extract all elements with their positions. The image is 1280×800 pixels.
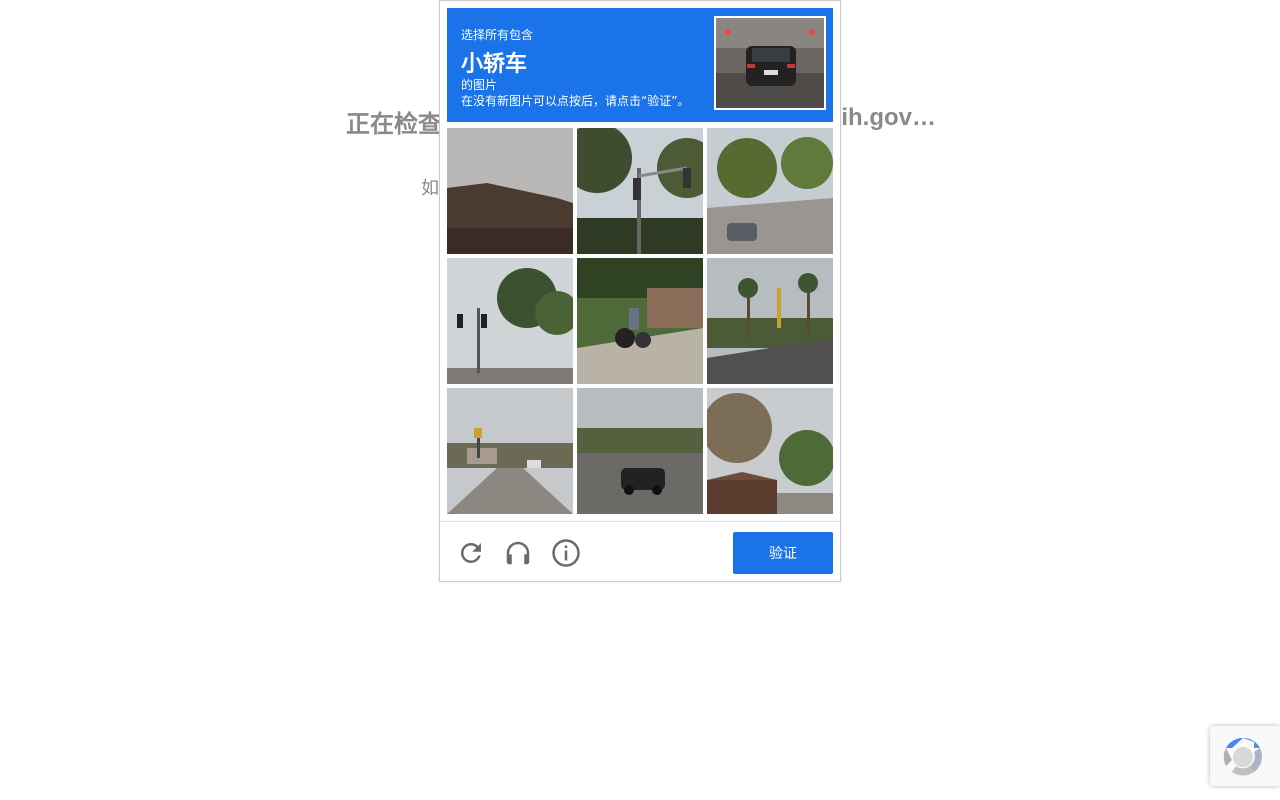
image-tile[interactable]	[577, 258, 703, 384]
page-heading-right: ih.gov…	[841, 104, 936, 131]
page-heading-left: 正在检查	[346, 111, 442, 138]
instruction-line1: 选择所有包含	[461, 28, 534, 42]
recaptcha-challenge: 选择所有包含 小轿车 的图片 在没有新图片可以点按后，请点击“验证”。 验证	[439, 0, 841, 582]
verify-button[interactable]: 验证	[733, 532, 833, 574]
target-object: 小轿车	[461, 52, 528, 77]
image-tile[interactable]	[447, 388, 573, 514]
info-icon[interactable]	[551, 538, 581, 568]
image-grid	[447, 128, 833, 514]
recaptcha-logo-icon	[1223, 737, 1263, 776]
image-tile[interactable]	[707, 388, 833, 514]
image-tile[interactable]	[577, 128, 703, 254]
image-tile[interactable]	[447, 258, 573, 384]
instruction-line3: 的图片	[461, 78, 498, 92]
sample-car-image	[714, 16, 826, 110]
image-tile[interactable]	[577, 388, 703, 514]
page-subtext-left: 如	[421, 178, 439, 199]
image-tile[interactable]	[707, 128, 833, 254]
challenge-header: 选择所有包含 小轿车 的图片 在没有新图片可以点按后，请点击“验证”。	[447, 8, 833, 122]
instruction-line4: 在没有新图片可以点按后，请点击“验证”。	[461, 94, 690, 108]
image-tile[interactable]	[447, 128, 573, 254]
challenge-footer: 验证	[440, 521, 840, 582]
recaptcha-badge[interactable]	[1210, 726, 1280, 786]
headphones-icon[interactable]	[503, 538, 533, 568]
image-tile[interactable]	[707, 258, 833, 384]
reload-icon[interactable]	[456, 538, 486, 568]
